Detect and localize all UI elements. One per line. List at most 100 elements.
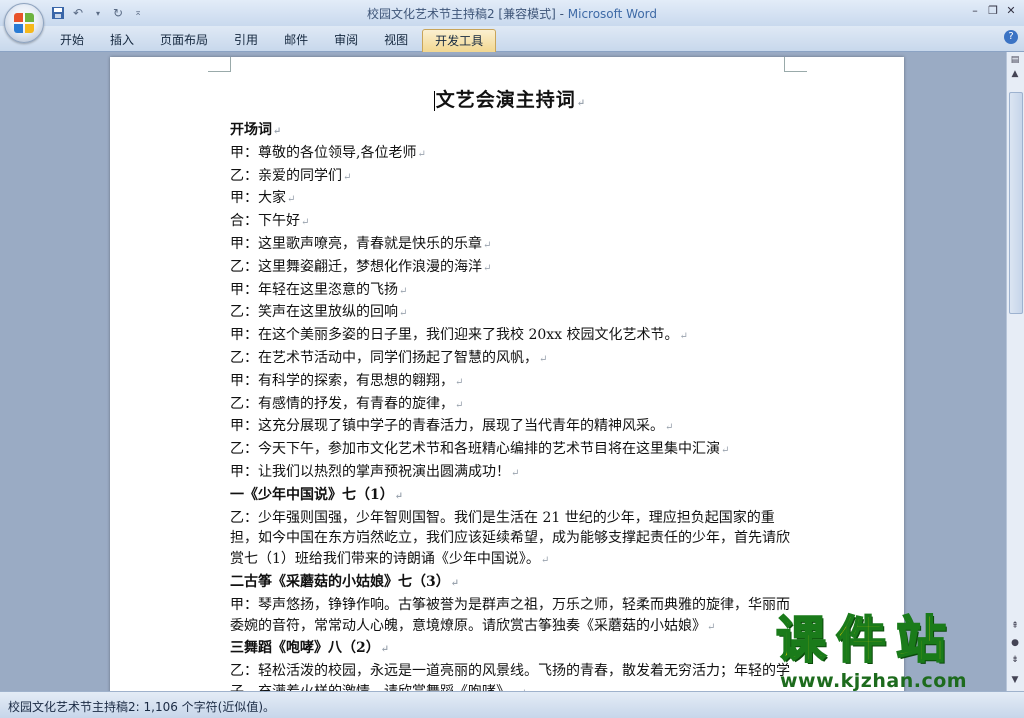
paragraph-mark-icon: ↵ xyxy=(665,422,674,434)
document-paragraph: 乙：笑声在这里放纵的回响↵ xyxy=(230,302,790,325)
office-logo-icon xyxy=(14,13,34,33)
paragraph-text: 合：下午好 xyxy=(230,213,300,230)
paragraph-text: 一《少年中国说》七（1） xyxy=(230,486,394,503)
paragraph-text: 乙：这里舞姿翩迁，梦想化作浪漫的海洋 xyxy=(230,258,482,275)
document-paragraph: 乙：少年强则国强，少年智则国智。我们是生活在 21 世纪的少年，理应担负起国家的… xyxy=(230,508,790,572)
kjzhan-watermark-logo: 课件站 www.kjzhan.com xyxy=(772,611,1012,692)
document-workspace: 文艺会演主持词↵ 开场词↵ 甲：尊敬的各位领导,各位老师↵ 乙：亲爱的同学们↵ 甲：大… xyxy=(0,52,1007,692)
document-lines: 开场词↵ 甲：尊敬的各位领导,各位老师↵ 乙：亲爱的同学们↵ 甲：大家↵ 合：下午好↵ 甲… xyxy=(230,120,790,692)
paragraph-text: 甲：这充分展现了镇中学子的青春活力，展现了当代青年的精神风采。 xyxy=(230,418,664,435)
paragraph-text: 甲：在这个美丽多姿的日子里，我们迎来了我校 20xx 校园文化艺术节。 xyxy=(230,327,679,344)
margin-marker-top-left xyxy=(208,57,231,72)
status-bar: 校园文化艺术节主持稿2: 1,106 个字符(近似值)。 xyxy=(0,691,1024,718)
paragraph-text: 二古筝《采蘑菇的小姑娘》七（3） xyxy=(230,573,450,590)
tab-insert[interactable]: 插入 xyxy=(98,29,146,51)
paragraph-text: 乙：少年强则国强，少年智则国智。我们是生活在 21 世纪的少年，理应担负起国家的… xyxy=(230,509,790,568)
section-heading: 开场词↵ xyxy=(230,120,790,143)
section-heading: 三舞蹈《咆哮》八（2）↵ xyxy=(230,638,790,661)
ribbon: 开始 插入 页面布局 引用 邮件 审阅 视图 开发工具 ? xyxy=(0,26,1024,52)
paragraph-text: 乙：有感情的抒发，有青春的旋律， xyxy=(230,395,454,412)
paragraph-text: 乙：今天下午，参加市文化艺术节和各班精心编排的艺术节目将在这里集中汇演 xyxy=(230,441,720,458)
document-paragraph: 甲：让我们以热烈的掌声预祝演出圆满成功！↵ xyxy=(230,462,790,485)
margin-marker-top-right xyxy=(784,57,807,72)
close-icon[interactable]: ✕ xyxy=(1002,2,1020,18)
document-page[interactable]: 文艺会演主持词↵ 开场词↵ 甲：尊敬的各位领导,各位老师↵ 乙：亲爱的同学们↵ 甲：大… xyxy=(110,57,904,692)
paragraph-mark-icon: ↵ xyxy=(540,555,550,567)
watermark-main-text: 课件站 xyxy=(775,611,956,669)
paragraph-mark-icon: ↵ xyxy=(483,262,492,274)
tab-mailings[interactable]: 邮件 xyxy=(272,29,320,51)
document-paragraph: 乙：这里舞姿翩迁，梦想化作浪漫的海洋↵ xyxy=(230,257,790,280)
paragraph-text: 甲：大家 xyxy=(230,190,286,207)
paragraph-mark-icon: ↵ xyxy=(721,445,730,457)
paragraph-text: 乙：笑声在这里放纵的回响 xyxy=(230,304,398,321)
ruler-toggle-icon[interactable]: ▤ xyxy=(1009,54,1021,66)
window-controls: – ❐ ✕ xyxy=(966,2,1020,18)
document-heading: 文艺会演主持词↵ xyxy=(433,89,587,111)
paragraph-mark-icon: ↵ xyxy=(417,148,426,160)
document-paragraph: 甲：这充分展现了镇中学子的青春活力，展现了当代青年的精神风采。↵ xyxy=(230,416,790,439)
app-name: Microsoft Word xyxy=(567,7,658,21)
paragraph-mark-icon: ↵ xyxy=(399,308,408,320)
paragraph-mark-icon: ↵ xyxy=(707,621,716,633)
paragraph-text: 乙：亲爱的同学们 xyxy=(230,167,342,184)
office-button[interactable] xyxy=(4,3,44,43)
document-paragraph: 乙：轻松活泼的校园，永远是一道亮丽的风景线。飞扬的青春，散发着无穷活力；年轻的学… xyxy=(230,661,790,692)
paragraph-mark-icon: ↵ xyxy=(399,285,408,297)
paragraph-text: 甲：让我们以热烈的掌声预祝演出圆满成功！ xyxy=(230,463,510,480)
title-bar: ↶ ▾ ↻ ⌅ 校园文化艺术节主持稿2 [兼容模式] - Microsoft W… xyxy=(0,0,1024,26)
paragraph-mark-icon: ↵ xyxy=(287,194,296,206)
paragraph-text: 甲：这里歌声嘹亮，青春就是快乐的乐章 xyxy=(230,235,482,252)
text-cursor xyxy=(433,91,435,111)
paragraph-text: 甲：有科学的探索，有思想的翱翔， xyxy=(230,372,454,389)
document-paragraph: 合：下午好↵ xyxy=(230,211,790,234)
document-paragraph: 甲：这里歌声嘹亮，青春就是快乐的乐章↵ xyxy=(230,234,790,257)
tab-home[interactable]: 开始 xyxy=(48,29,96,51)
restore-icon[interactable]: ❐ xyxy=(984,2,1002,18)
ribbon-tabs: 开始 插入 页面布局 引用 邮件 审阅 视图 开发工具 xyxy=(48,29,497,52)
paragraph-text: 开场词 xyxy=(230,122,272,138)
paragraph-mark-icon: ↵ xyxy=(450,577,460,589)
section-heading: 一《少年中国说》七（1）↵ xyxy=(230,485,790,508)
window-title: 校园文化艺术节主持稿2 [兼容模式] - Microsoft Word xyxy=(0,5,1024,22)
paragraph-text: 三舞蹈《咆哮》八（2） xyxy=(230,640,380,657)
section-heading: 二古筝《采蘑菇的小姑娘》七（3）↵ xyxy=(230,572,790,595)
tab-review[interactable]: 审阅 xyxy=(322,29,370,51)
vertical-scrollbar[interactable]: ▤ ▲ ⇞ ● ⇟ ▼ xyxy=(1006,52,1024,692)
watermark-url: www.kjzhan.com xyxy=(780,670,968,692)
word-count-status[interactable]: 校园文化艺术节主持稿2: 1,106 个字符(近似值)。 xyxy=(8,698,275,715)
document-paragraph: 甲：琴声悠扬，铮铮作响。古筝被誉为是群声之祖，万乐之师，轻柔而典雅的旋律，华丽而… xyxy=(230,595,790,639)
paragraph-mark-icon: ↵ xyxy=(380,644,390,656)
document-title-text: 校园文化艺术节主持稿2 [兼容模式] - xyxy=(366,7,568,21)
document-body[interactable]: 文艺会演主持词↵ 开场词↵ 甲：尊敬的各位领导,各位老师↵ 乙：亲爱的同学们↵ 甲：大… xyxy=(230,85,790,692)
document-paragraph: 甲：大家↵ xyxy=(230,188,790,211)
paragraph-mark-icon: ↵ xyxy=(679,331,688,343)
paragraph-text: 乙：在艺术节活动中，同学们扬起了智慧的风帆， xyxy=(230,349,538,366)
scrollbar-thumb[interactable] xyxy=(1009,92,1023,314)
paragraph-mark-icon: ↵ xyxy=(343,171,352,183)
minimize-icon[interactable]: – xyxy=(966,2,984,18)
document-paragraph: 乙：今天下午，参加市文化艺术节和各班精心编排的艺术节目将在这里集中汇演↵ xyxy=(230,439,790,462)
document-paragraph: 乙：有感情的抒发，有青春的旋律，↵ xyxy=(230,394,790,417)
tab-developer[interactable]: 开发工具 xyxy=(422,29,497,52)
document-paragraph: 甲：有科学的探索，有思想的翱翔，↵ xyxy=(230,371,790,394)
document-paragraph: 甲：尊敬的各位领导,各位老师↵ xyxy=(230,143,790,166)
paragraph-text: 甲：琴声悠扬，铮铮作响。古筝被誉为是群声之祖，万乐之师，轻柔而典雅的旋律，华丽而… xyxy=(230,596,790,634)
paragraph-text: 甲：年轻在这里恣意的飞扬 xyxy=(230,281,398,298)
help-icon[interactable]: ? xyxy=(1004,30,1018,44)
paragraph-text: 乙：轻松活泼的校园，永远是一道亮丽的风景线。飞扬的青春，散发着无穷活力；年轻的学… xyxy=(230,663,790,692)
paragraph-mark-icon: ↵ xyxy=(455,399,464,411)
paragraph-mark-icon: ↵ xyxy=(483,239,492,251)
tab-view[interactable]: 视图 xyxy=(372,29,420,51)
paragraph-mark-icon: ↵ xyxy=(539,353,548,365)
paragraph-mark-icon: ↵ xyxy=(301,217,310,229)
tab-references[interactable]: 引用 xyxy=(222,29,270,51)
document-paragraph: 甲：在这个美丽多姿的日子里，我们迎来了我校 20xx 校园文化艺术节。↵ xyxy=(230,325,790,348)
document-paragraph: 乙：在艺术节活动中，同学们扬起了智慧的风帆，↵ xyxy=(230,348,790,371)
scroll-up-icon[interactable]: ▲ xyxy=(1009,68,1021,80)
paragraph-mark-icon: ↵ xyxy=(511,467,520,479)
tab-page-layout[interactable]: 页面布局 xyxy=(148,29,220,51)
paragraph-text: 甲：尊敬的各位领导,各位老师 xyxy=(230,144,417,161)
paragraph-mark-icon: ↵ xyxy=(455,376,464,388)
paragraph-mark-icon: ↵ xyxy=(273,126,282,137)
